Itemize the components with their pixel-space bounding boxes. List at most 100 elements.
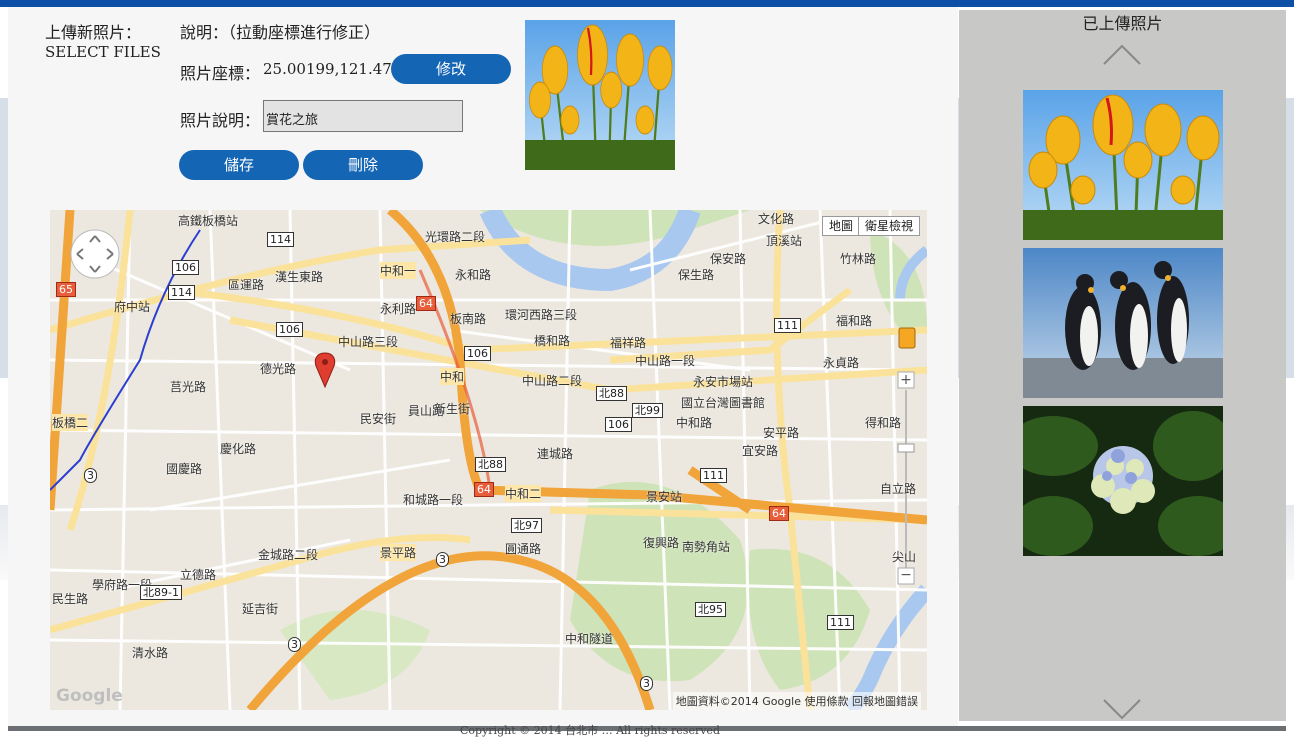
map-place-label: 宜安路 bbox=[742, 444, 779, 458]
top-accent-bar bbox=[0, 0, 1294, 7]
scroll-up-chevron-icon[interactable] bbox=[1102, 42, 1142, 68]
coords-value: 25.00199,121.4737 bbox=[263, 60, 411, 78]
map-place-label: 永安市場站 bbox=[693, 375, 754, 389]
map-place-label: 福祥路 bbox=[610, 336, 647, 350]
photo-desc-label: 照片說明： bbox=[180, 111, 261, 130]
map-place-label: 中和隧道 bbox=[565, 632, 614, 646]
route-shield: 114 bbox=[267, 232, 294, 247]
select-files-button[interactable]: SELECT FILES bbox=[45, 43, 161, 61]
map-place-label: 竹林路 bbox=[840, 252, 877, 266]
map-place-label: 得和路 bbox=[865, 416, 902, 430]
map-place-label: 民生路 bbox=[52, 592, 89, 606]
photo-desc-input[interactable]: 賞花之旅 bbox=[263, 100, 463, 132]
route-shield: 111 bbox=[700, 468, 727, 483]
map-place-label: 南勢角站 bbox=[682, 540, 731, 554]
map-place-label: 復興路 bbox=[643, 536, 680, 550]
route-shield: 114 bbox=[168, 285, 195, 300]
photo-preview bbox=[525, 20, 675, 170]
map-place-label: 中和 bbox=[440, 368, 465, 385]
delete-button[interactable]: 刪除 bbox=[303, 150, 423, 180]
route-shield: 106 bbox=[605, 417, 632, 432]
scroll-down-chevron-icon[interactable] bbox=[1102, 696, 1142, 720]
map-place-label: 國立台灣圖書館 bbox=[681, 396, 766, 410]
map-place-label: 保安路 bbox=[710, 252, 747, 266]
map-place-label: 環河西路三段 bbox=[505, 308, 578, 322]
map-place-label: 清水路 bbox=[132, 646, 169, 660]
explain-label: 說明：（拉動座標進行修正） bbox=[180, 23, 381, 42]
map-place-label: 永利路 bbox=[380, 302, 417, 316]
pegman-icon[interactable] bbox=[899, 328, 915, 348]
map-place-label: 自立路 bbox=[880, 482, 917, 496]
map-place-label: 新生街 bbox=[434, 402, 471, 416]
route-shield: 3 bbox=[640, 676, 653, 691]
map-place-label: 安平路 bbox=[763, 426, 800, 440]
zoom-out-button[interactable]: − bbox=[898, 568, 914, 584]
map-place-label: 和城路一段 bbox=[403, 493, 464, 507]
google-logo: Google bbox=[56, 686, 123, 706]
map-place-label: 永貞路 bbox=[823, 356, 860, 370]
route-shield: 北99 bbox=[632, 403, 663, 418]
map-place-label: 圓通路 bbox=[505, 542, 542, 556]
map-place-label: 景安站 bbox=[646, 490, 683, 504]
route-shield: 64 bbox=[769, 506, 789, 521]
upload-label: 上傳新照片： bbox=[45, 23, 142, 42]
sidebar-title: 已上傳照片 bbox=[1082, 14, 1163, 33]
coords-label: 照片座標： bbox=[180, 64, 261, 83]
map-place-label: 慶化路 bbox=[220, 442, 257, 456]
route-shield: 北89-1 bbox=[140, 585, 182, 600]
map-type-satellite-button[interactable]: 衛星檢視 bbox=[858, 216, 921, 236]
map-place-label: 延吉街 bbox=[242, 602, 279, 616]
map-place-label: 漢生東路 bbox=[275, 270, 324, 284]
map-place-label: 連城路 bbox=[537, 447, 574, 461]
route-shield: 106 bbox=[172, 260, 199, 275]
route-shield: 北88 bbox=[475, 457, 506, 472]
map-place-label: 國慶路 bbox=[166, 462, 203, 476]
route-shield: 北88 bbox=[596, 386, 627, 401]
uploaded-photo-thumb[interactable] bbox=[1023, 90, 1223, 240]
route-shield: 106 bbox=[276, 322, 303, 337]
map-place-label: 中山路一段 bbox=[635, 354, 696, 368]
map-place-label: 金城路二段 bbox=[258, 548, 319, 562]
map-place-label: 板南路 bbox=[450, 312, 487, 326]
route-shield: 3 bbox=[84, 468, 97, 483]
map-place-label: 高鐵板橋站 bbox=[178, 214, 239, 228]
route-shield: 64 bbox=[474, 482, 494, 497]
map-place-label: 橋和路 bbox=[534, 334, 571, 348]
map-place-label: 區運路 bbox=[228, 278, 265, 292]
footer-text: Copyright © 2014 台北市 … All rights reserv… bbox=[460, 724, 720, 737]
map-place-label: 中和二 bbox=[505, 485, 542, 502]
route-shield: 北95 bbox=[695, 602, 726, 617]
map-type-map-button[interactable]: 地圖 bbox=[822, 216, 861, 236]
map-place-label: 保生路 bbox=[678, 268, 715, 282]
map-place-label: 永和路 bbox=[455, 268, 492, 282]
route-shield: 111 bbox=[827, 615, 854, 630]
route-shield: 111 bbox=[774, 318, 801, 333]
zoom-slider-handle[interactable] bbox=[898, 444, 914, 452]
pan-control[interactable] bbox=[71, 230, 119, 278]
uploaded-photo-thumb[interactable] bbox=[1023, 406, 1223, 556]
map-place-label: 中和路 bbox=[676, 416, 713, 430]
modify-button[interactable]: 修改 bbox=[391, 54, 511, 84]
map-place-label: 景平路 bbox=[380, 544, 417, 561]
route-shield: 3 bbox=[288, 637, 301, 652]
uploaded-photo-thumb[interactable] bbox=[1023, 248, 1223, 398]
location-marker-icon[interactable] bbox=[315, 353, 335, 387]
map-place-label: 福和路 bbox=[836, 314, 873, 328]
map-place-label: 尖山 bbox=[892, 550, 917, 564]
map-place-label: 光環路二段 bbox=[425, 230, 486, 244]
map-place-label: 府中站 bbox=[114, 300, 151, 314]
map-place-label: 中和一 bbox=[380, 262, 417, 279]
map-view[interactable]: + − 地圖 衛星檢視 高鐵板橋站 中和一 光環路二段 文化路 頂溪站 竹林路 … bbox=[50, 210, 927, 710]
map-place-label: 中山路三段 bbox=[338, 335, 399, 349]
map-place-label: 立德路 bbox=[180, 568, 217, 582]
route-shield: 3 bbox=[436, 552, 449, 567]
route-shield: 64 bbox=[416, 296, 436, 311]
map-place-label: 板橋二 bbox=[52, 414, 89, 431]
save-button[interactable]: 儲存 bbox=[179, 150, 299, 180]
map-attribution[interactable]: 地圖資料©2014 Google 使用條款 回報地圖錯誤 bbox=[672, 692, 921, 710]
map-place-label: 文化路 bbox=[758, 212, 795, 226]
map-place-label: 頂溪站 bbox=[766, 234, 803, 248]
zoom-in-button[interactable]: + bbox=[898, 372, 914, 388]
route-shield: 65 bbox=[56, 282, 76, 297]
map-place-label: 民安街 bbox=[360, 412, 397, 426]
